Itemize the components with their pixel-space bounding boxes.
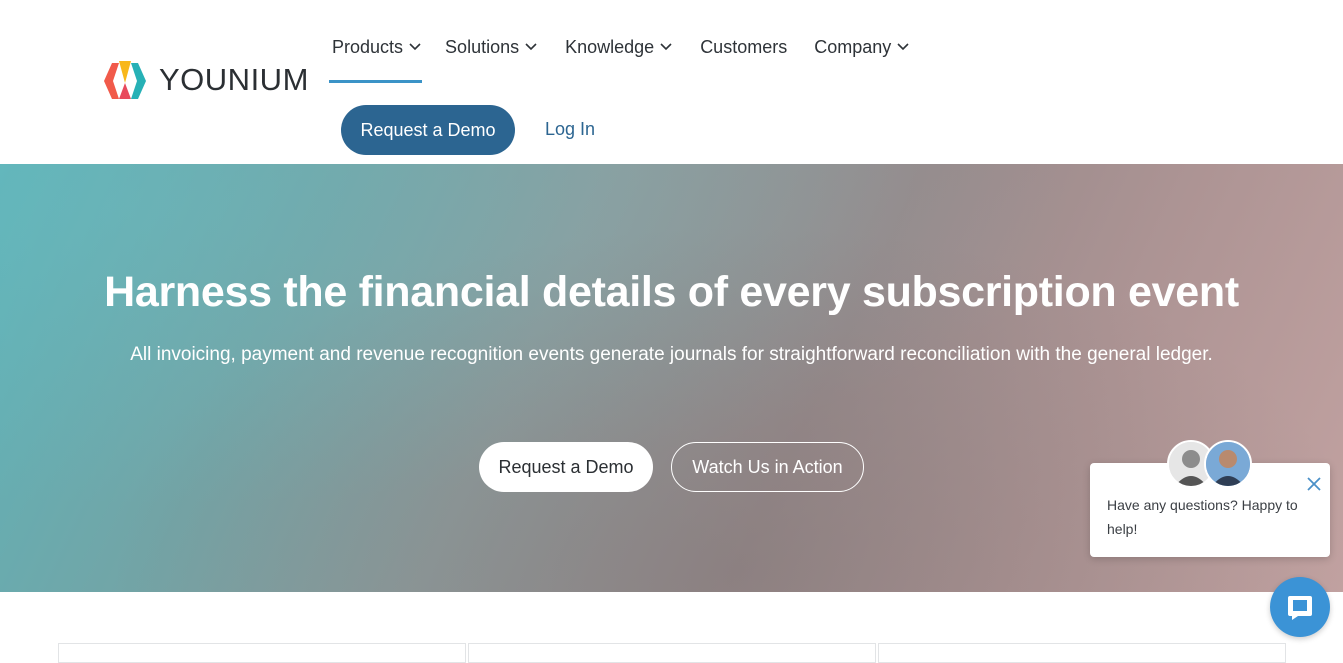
nav-solutions-label: Solutions bbox=[445, 36, 520, 57]
chevron-down-icon bbox=[660, 43, 672, 51]
chevron-down-icon bbox=[897, 43, 909, 51]
nav-company-label: Company bbox=[814, 36, 892, 57]
nav-knowledge-label: Knowledge bbox=[565, 36, 655, 57]
chevron-down-icon bbox=[525, 43, 537, 51]
logo[interactable]: YOUNIUM bbox=[102, 58, 309, 102]
chat-launcher-button[interactable] bbox=[1270, 577, 1330, 637]
agent-avatar bbox=[1204, 440, 1252, 488]
logo-text: YOUNIUM bbox=[159, 62, 309, 97]
feature-card bbox=[468, 643, 876, 663]
request-demo-button[interactable]: Request a Demo bbox=[341, 105, 515, 155]
nav-knowledge[interactable]: Knowledge bbox=[565, 34, 672, 60]
hero-subtitle: All invoicing, payment and revenue recog… bbox=[130, 344, 1213, 365]
feature-card bbox=[58, 643, 466, 663]
person-icon bbox=[1206, 442, 1250, 486]
nav-products-label: Products bbox=[332, 36, 404, 57]
chevron-down-icon bbox=[409, 43, 421, 51]
nav-customers[interactable]: Customers bbox=[700, 34, 787, 60]
chat-bubble-icon bbox=[1288, 596, 1312, 620]
feature-card bbox=[878, 643, 1286, 663]
hero-request-demo-button[interactable]: Request a Demo bbox=[479, 442, 653, 492]
watch-in-action-button[interactable]: Watch Us in Action bbox=[671, 442, 864, 492]
nav-customers-label: Customers bbox=[700, 36, 788, 57]
hero-title: Harness the financial details of every s… bbox=[104, 268, 1239, 316]
nav-solutions[interactable]: Solutions bbox=[445, 34, 537, 60]
site-header: YOUNIUM Products Solutions Knowledge Cus… bbox=[0, 0, 1343, 164]
nav-products[interactable]: Products bbox=[328, 34, 423, 83]
main-nav: Products Solutions Knowledge Customers C… bbox=[328, 34, 909, 83]
close-icon[interactable] bbox=[1305, 475, 1323, 493]
login-link[interactable]: Log In bbox=[545, 119, 595, 140]
younium-logo-icon bbox=[104, 61, 146, 99]
chat-message: Have any questions? Happy to help! bbox=[1107, 497, 1298, 537]
nav-company[interactable]: Company bbox=[814, 34, 909, 60]
